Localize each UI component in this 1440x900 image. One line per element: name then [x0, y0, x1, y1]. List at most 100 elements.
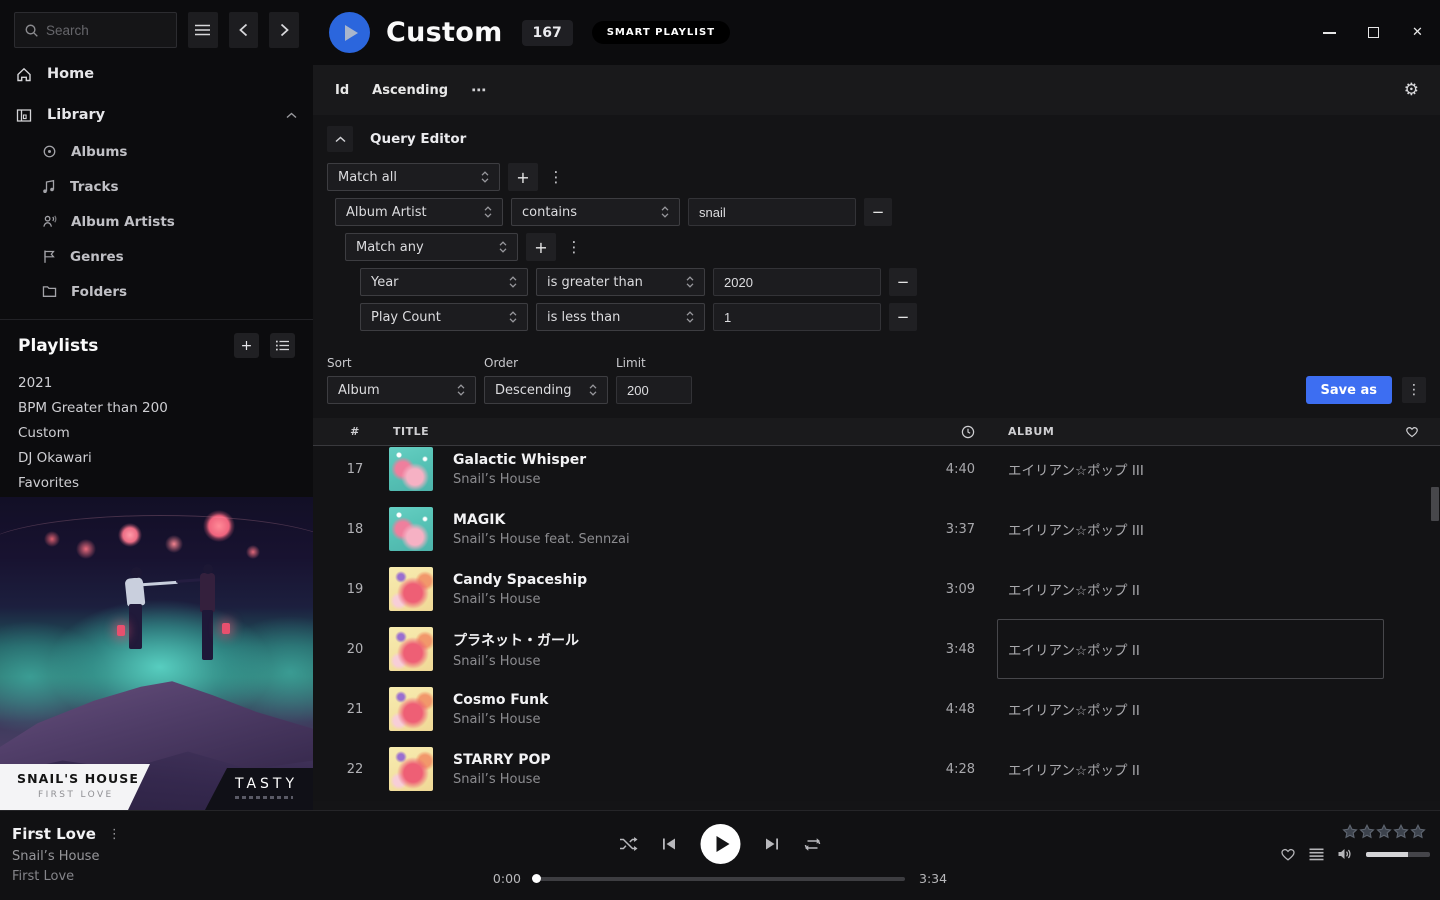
table-row[interactable]: 17 Galactic Whisper Snail’s House 4:40 エ… — [313, 446, 1440, 499]
add-playlist-button[interactable]: + — [234, 333, 259, 358]
table-row[interactable]: 18 MAGIK Snail’s House feat. Sennzai 3:3… — [313, 499, 1440, 559]
rule-operator-select[interactable]: is greater than — [536, 268, 705, 296]
album-art-thumbnail — [389, 567, 433, 611]
playlist-item[interactable]: Custom — [18, 420, 295, 445]
seek-handle[interactable] — [532, 874, 541, 883]
star-icon[interactable] — [1410, 824, 1426, 839]
shuffle-button[interactable] — [619, 836, 638, 852]
elapsed-time: 0:00 — [489, 871, 521, 886]
match-mode-select[interactable]: Match any — [345, 233, 518, 261]
nav-forward-button[interactable] — [269, 12, 299, 48]
albums-icon — [42, 144, 57, 159]
remove-rule-button[interactable]: − — [889, 268, 917, 296]
add-rule-button[interactable]: + — [508, 163, 538, 191]
menu-button[interactable] — [188, 12, 218, 48]
column-header-title[interactable]: TITLE — [383, 425, 906, 438]
playlist-options-button[interactable] — [270, 333, 295, 358]
track-title: Galactic Whisper — [453, 452, 906, 468]
remove-rule-button[interactable]: − — [864, 198, 892, 226]
table-row[interactable]: 19 Candy Spaceship Snail’s House 3:09 エイ… — [313, 559, 1440, 619]
match-mode-select[interactable]: Match all — [327, 163, 500, 191]
rule-field-select[interactable]: Album Artist — [335, 198, 503, 226]
playlist-item[interactable]: 2021 — [18, 370, 295, 395]
star-icon[interactable] — [1342, 824, 1358, 839]
track-favorite[interactable] — [1384, 559, 1440, 619]
next-icon — [765, 837, 780, 851]
sidebar-item-genres[interactable]: Genres — [0, 239, 313, 274]
group-menu-button[interactable]: ⋮ — [564, 238, 584, 256]
minimize-button[interactable] — [1322, 25, 1337, 40]
rule-value-input[interactable] — [713, 303, 881, 331]
queue-button[interactable] — [1309, 848, 1324, 861]
cover-art-figure-woman — [200, 573, 215, 612]
sort-field[interactable]: Id — [335, 83, 349, 98]
rule-operator-select[interactable]: contains — [511, 198, 680, 226]
star-icon[interactable] — [1359, 824, 1375, 839]
rule-value-input[interactable] — [713, 268, 881, 296]
rule-field-select[interactable]: Play Count — [360, 303, 528, 331]
rating-stars[interactable] — [1280, 824, 1426, 839]
track-favorite[interactable] — [1384, 679, 1440, 739]
rule-operator-select[interactable]: is less than — [536, 303, 705, 331]
volume-slider[interactable] — [1366, 852, 1430, 857]
chevron-up-icon[interactable] — [286, 112, 297, 119]
play-playlist-button[interactable] — [329, 12, 370, 53]
sidebar-item-folders[interactable]: Folders — [0, 274, 313, 309]
star-icon[interactable] — [1376, 824, 1392, 839]
repeat-button[interactable] — [804, 837, 822, 852]
select-updown-icon — [508, 275, 518, 289]
cover-artist-banner: SNAIL'S HOUSE FIRST LOVE — [0, 764, 150, 810]
favorite-button[interactable] — [1280, 847, 1296, 861]
table-row[interactable]: 20 プラネット・ガール Snail’s House 3:48 エイリアン☆ポッ… — [313, 619, 1440, 679]
focused-album-cell[interactable]: エイリアン☆ポップ II — [981, 619, 1384, 679]
sidebar-item-home[interactable]: Home — [0, 59, 313, 89]
rule-field-select[interactable]: Year — [360, 268, 528, 296]
table-row[interactable]: 21 Cosmo Funk Snail’s House 4:48 エイリアン☆ポ… — [313, 679, 1440, 739]
table-row[interactable]: 22 STARRY POP Snail’s House 4:28 エイリアン☆ポ… — [313, 739, 1440, 799]
maximize-button[interactable] — [1366, 25, 1381, 40]
track-duration: 4:40 — [906, 462, 981, 477]
track-list: 17 Galactic Whisper Snail’s House 4:40 エ… — [313, 446, 1440, 801]
volume-button[interactable] — [1337, 847, 1353, 861]
query-sort-select[interactable]: Album — [327, 376, 476, 404]
sidebar-item-library[interactable]: Library — [0, 100, 313, 130]
sidebar-item-tracks[interactable]: Tracks — [0, 169, 313, 204]
seek-bar[interactable] — [535, 877, 905, 881]
close-button[interactable]: ✕ — [1410, 25, 1425, 40]
nav-back-button[interactable] — [229, 12, 259, 48]
playlist-item[interactable]: DJ Okawari — [18, 445, 295, 470]
save-as-button[interactable]: Save as — [1306, 376, 1392, 404]
query-order-select[interactable]: Descending — [484, 376, 608, 404]
collapse-query-editor-button[interactable] — [327, 126, 353, 152]
sidebar-item-albums[interactable]: Albums — [0, 134, 313, 169]
column-header-album[interactable]: ALBUM — [981, 425, 1384, 438]
sort-more-button[interactable]: ⋯ — [471, 81, 487, 99]
play-pause-button[interactable] — [701, 824, 741, 864]
sidebar-item-album-artists[interactable]: Album Artists — [0, 204, 313, 239]
cover-artist-name: SNAIL'S HOUSE — [17, 771, 150, 786]
limit-input[interactable] — [616, 376, 692, 404]
previous-track-button[interactable] — [662, 837, 677, 851]
column-header-number[interactable]: # — [327, 425, 383, 438]
group-menu-button[interactable]: ⋮ — [546, 168, 566, 186]
sort-direction[interactable]: Ascending — [372, 83, 448, 98]
playlist-item[interactable]: Favorites — [18, 470, 295, 495]
track-favorite[interactable] — [1384, 619, 1440, 679]
rule-value-input[interactable] — [688, 198, 856, 226]
star-icon[interactable] — [1393, 824, 1409, 839]
sidebar-item-label: Tracks — [70, 179, 119, 195]
search-box[interactable] — [14, 12, 177, 48]
column-header-favorite[interactable] — [1384, 425, 1440, 438]
select-updown-icon — [660, 205, 670, 219]
playlist-item[interactable]: BPM Greater than 200 — [18, 395, 295, 420]
search-input[interactable] — [46, 23, 167, 38]
now-playing-menu-button[interactable]: ⋮ — [108, 827, 121, 842]
remove-rule-button[interactable]: − — [889, 303, 917, 331]
settings-gear-button[interactable]: ⚙ — [1404, 82, 1419, 99]
track-favorite[interactable] — [1384, 739, 1440, 799]
column-header-duration[interactable] — [906, 425, 981, 439]
save-menu-button[interactable]: ⋮ — [1402, 377, 1426, 403]
add-rule-button[interactable]: + — [526, 233, 556, 261]
next-track-button[interactable] — [765, 837, 780, 851]
scrollbar-thumb[interactable] — [1431, 487, 1439, 521]
